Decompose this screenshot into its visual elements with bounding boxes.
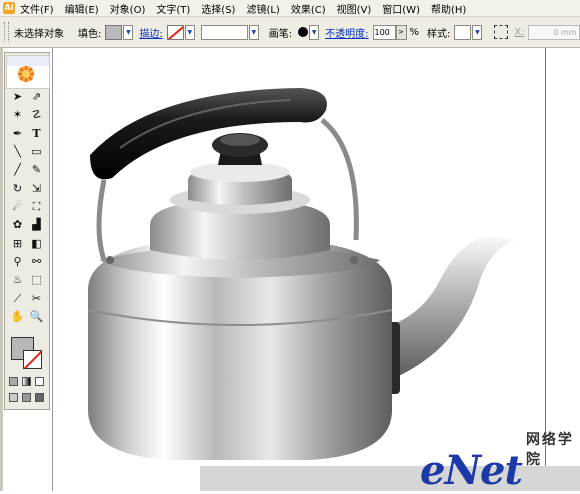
paintbrush-tool-icon[interactable]: ╱	[9, 162, 26, 178]
full-screen-mode-icon[interactable]	[35, 393, 44, 402]
app-icon: Ai	[3, 2, 15, 14]
left-edge	[0, 48, 3, 491]
live-paint-bucket-tool-icon[interactable]: ♨	[9, 272, 26, 288]
column-graph-tool-icon[interactable]: ▟	[28, 217, 45, 233]
stroke-color-box[interactable]	[23, 350, 42, 369]
none-mode-icon[interactable]	[35, 377, 44, 386]
menu-bar: Ai 文件(F) 编辑(E) 对象(O) 文字(T) 选择(S) 滤镜(L) 效…	[0, 0, 580, 17]
fill-dropdown[interactable]: ▼	[123, 24, 134, 40]
stroke-weight-field[interactable]	[200, 24, 248, 40]
opacity-unit: %	[409, 26, 420, 38]
gradient-tool-icon[interactable]: ◧	[28, 236, 45, 252]
style-dropdown[interactable]: ▼	[472, 24, 483, 40]
menu-edit[interactable]: 编辑(E)	[65, 1, 99, 16]
menu-filter[interactable]: 滤镜(L)	[246, 1, 279, 16]
stroke-weight-dropdown[interactable]: ▼	[248, 24, 259, 40]
menu-select[interactable]: 选择(S)	[201, 1, 235, 16]
stroke-label[interactable]: 描边:	[139, 25, 162, 40]
menu-help[interactable]: 帮助(H)	[431, 1, 466, 16]
warp-tool-icon[interactable]: ☄	[9, 199, 26, 215]
canvas-left-border	[52, 48, 53, 491]
menu-view[interactable]: 视图(V)	[337, 1, 372, 16]
style-swatch[interactable]	[454, 24, 472, 40]
slice-tool-icon[interactable]: ⟋	[9, 291, 26, 307]
stroke-dropdown[interactable]: ▼	[184, 24, 195, 40]
x-field[interactable]: 0 mm	[527, 24, 580, 40]
transform-grid-icon[interactable]	[494, 25, 509, 39]
brush-dropdown[interactable]: ▼	[309, 24, 320, 40]
app-logo	[6, 55, 50, 89]
zoom-tool-icon[interactable]: 🔍	[28, 309, 45, 325]
stroke-swatch[interactable]	[166, 24, 184, 40]
selection-status: 未选择对象	[14, 28, 64, 40]
direct-selection-tool-icon[interactable]: ⇗	[28, 89, 45, 105]
symbol-sprayer-tool-icon[interactable]: ✿	[9, 217, 26, 233]
watermark-tagline: 网络学院	[525, 432, 574, 468]
style-label: 样式:	[427, 28, 451, 40]
scale-tool-icon[interactable]: ⇲	[28, 181, 45, 197]
opacity-field[interactable]: 100	[372, 24, 396, 40]
standard-screen-mode-icon[interactable]	[9, 393, 18, 402]
lasso-tool-icon[interactable]: ☡	[28, 107, 45, 123]
eyedropper-tool-icon[interactable]: ⚲	[9, 254, 26, 270]
selection-tool-icon[interactable]: ➤	[9, 89, 26, 105]
x-label: X:	[514, 26, 525, 38]
mesh-tool-icon[interactable]: ⊞	[9, 236, 26, 252]
watermark-brand: eNet	[420, 447, 523, 494]
artboard-right-border	[545, 48, 546, 468]
magic-wand-tool-icon[interactable]: ✶	[9, 107, 26, 123]
hand-tool-icon[interactable]: ✋	[9, 309, 26, 325]
control-bar: 未选择对象 填色: ▼ 描边: ▼ ▼ 画笔: ▼ 不透明度: 100 > % …	[0, 17, 580, 48]
kettle-illustration	[60, 60, 540, 480]
toolbox: ➤ ⇗ ✶ ☡ ✒ T ╲ ▭ ╱ ✎ ↻ ⇲ ☄ ⛶ ✿ ▟ ⊞ ◧ ⚲ ⚯ …	[4, 52, 50, 410]
blend-tool-icon[interactable]: ⚯	[28, 254, 45, 270]
type-tool-icon[interactable]: T	[28, 126, 45, 142]
rectangle-tool-icon[interactable]: ▭	[28, 144, 45, 160]
opacity-arrow-button[interactable]: >	[395, 24, 407, 40]
scissors-tool-icon[interactable]: ✂	[28, 291, 45, 307]
gradient-mode-icon[interactable]	[22, 377, 31, 386]
fill-label: 填色:	[78, 28, 102, 40]
menu-type[interactable]: 文字(T)	[156, 1, 190, 16]
pen-tool-icon[interactable]: ✒	[9, 126, 26, 142]
enet-watermark: eNet 网络学院	[420, 432, 580, 494]
opacity-label[interactable]: 不透明度:	[325, 25, 368, 40]
brush-label: 画笔:	[268, 28, 293, 40]
live-paint-selection-tool-icon[interactable]: ⬚	[28, 272, 45, 288]
brush-icon[interactable]	[298, 27, 309, 37]
line-tool-icon[interactable]: ╲	[9, 144, 26, 160]
color-mode-icon[interactable]	[9, 377, 18, 386]
free-transform-tool-icon[interactable]: ⛶	[28, 199, 45, 215]
control-bar-grip[interactable]	[4, 22, 9, 42]
menu-window[interactable]: 窗口(W)	[382, 1, 420, 16]
fill-swatch[interactable]	[105, 24, 123, 40]
menu-effect[interactable]: 效果(C)	[291, 1, 326, 16]
menu-object[interactable]: 对象(O)	[110, 1, 146, 16]
pencil-tool-icon[interactable]: ✎	[28, 162, 45, 178]
menu-file[interactable]: 文件(F)	[20, 1, 54, 16]
full-screen-menu-mode-icon[interactable]	[22, 393, 31, 402]
rotate-tool-icon[interactable]: ↻	[9, 181, 26, 197]
